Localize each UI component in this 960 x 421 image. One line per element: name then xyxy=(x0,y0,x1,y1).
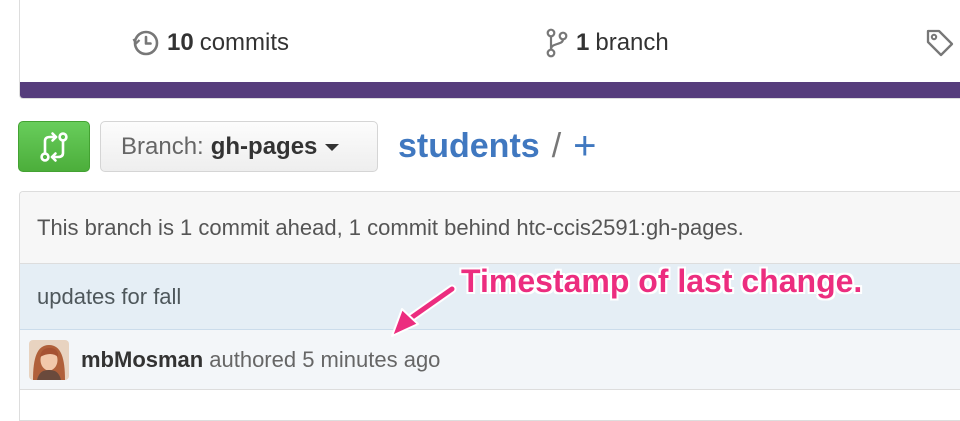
branch-status: This branch is 1 commit ahead, 1 commit … xyxy=(20,192,960,264)
numbers-summary: 10 commits 1 branch xyxy=(20,0,960,82)
commits-count: 10 xyxy=(167,29,194,56)
branch-select-prefix: Branch: xyxy=(121,132,204,160)
avatar-image xyxy=(29,339,69,380)
tag-icon xyxy=(926,29,954,57)
branch-select-button[interactable]: Branch: gh-pages xyxy=(100,121,378,172)
path-separator: / xyxy=(551,126,562,165)
commits-link[interactable]: 10 commits xyxy=(132,27,289,59)
repo-summary: 10 commits 1 branch xyxy=(19,0,960,99)
avatar[interactable] xyxy=(29,339,69,380)
repo-root-link[interactable]: students xyxy=(398,127,540,166)
commits-label: commits xyxy=(199,29,290,56)
branches-label: branch xyxy=(595,29,669,56)
language-bar[interactable] xyxy=(20,82,960,98)
create-new-file-link[interactable]: + xyxy=(573,126,596,166)
branches-link[interactable]: 1 branch xyxy=(545,27,669,59)
history-icon xyxy=(132,30,159,56)
commit-author[interactable]: mbMosman xyxy=(81,347,203,373)
caret-down-icon xyxy=(325,144,340,151)
compare-button[interactable] xyxy=(18,121,90,172)
branches-count: 1 xyxy=(576,29,590,56)
releases-link[interactable] xyxy=(925,27,960,59)
language-segment-primary xyxy=(20,82,960,98)
commit-meta: mbMosman authored 5 minutes ago xyxy=(20,330,960,390)
commit-box: This branch is 1 commit ahead, 1 commit … xyxy=(19,191,960,421)
breadcrumb: students / + xyxy=(398,122,597,170)
branch-select-name: gh-pages xyxy=(210,132,318,160)
git-branch-icon xyxy=(546,28,568,58)
commit-message[interactable]: updates for fall xyxy=(37,284,181,310)
commit-authored-time: authored 5 minutes ago xyxy=(209,346,441,372)
annotation-label: Timestamp of last change. xyxy=(461,263,863,299)
git-compare-icon xyxy=(40,131,68,162)
